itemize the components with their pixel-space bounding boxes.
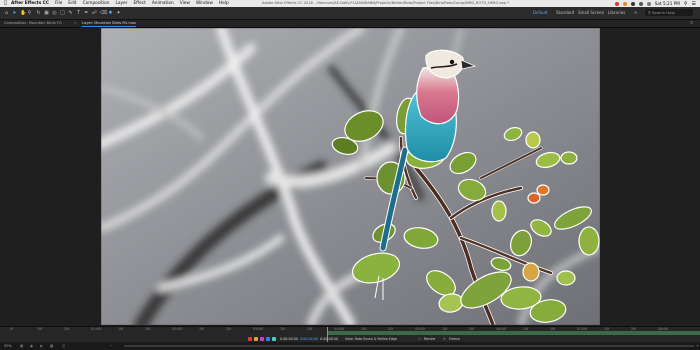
menu-file[interactable]: File <box>55 1 62 6</box>
start-time-field[interactable]: 0:00:00:00 <box>300 337 318 341</box>
window-title: Adobe After Effects CC 2018 - /Volumes/A… <box>262 1 510 5</box>
menu-layer[interactable]: Layer <box>115 1 127 6</box>
render-checkbox-icon[interactable]: ☑ <box>418 337 421 341</box>
resolution-icon[interactable]: ▦ <box>20 343 23 349</box>
zoom-out-icon[interactable]: − <box>110 343 113 349</box>
view-dropdown[interactable]: View: Roto Brush & Refine Edge <box>345 337 397 341</box>
channel-icon[interactable]: ◐ <box>40 343 43 349</box>
clock[interactable]: Sat 5:21 PM <box>655 1 680 6</box>
roto-brush-tool-icon[interactable]: ✸ <box>108 10 113 16</box>
home-icon[interactable]: ⌂ <box>4 10 9 16</box>
zoom-slider-track[interactable] <box>124 345 694 347</box>
footage-image <box>101 28 600 325</box>
hand-tool-icon[interactable]: ✋ <box>20 10 26 16</box>
menu-help[interactable]: Help <box>219 1 229 6</box>
mask-tool-icon[interactable]: □ <box>60 10 65 16</box>
ruler-tick: 20f <box>64 327 70 331</box>
toggle-transparency-grid-icon[interactable]: ▩ <box>50 343 53 349</box>
ruler-tick: 20f <box>145 327 151 331</box>
viewer-panel-header: Composition: Mountain Birds FG ◇ Layer: … <box>0 20 700 28</box>
menu-edit[interactable]: Edit <box>68 1 76 6</box>
ruler-tick: 10f <box>37 327 43 331</box>
volume-icon[interactable] <box>638 1 643 6</box>
search-help-field[interactable]: ⚲ Search Help <box>645 9 693 16</box>
tray-app-icon[interactable] <box>614 1 619 6</box>
puppet-tool-icon[interactable]: ✦ <box>116 10 121 16</box>
camera-tool-icon[interactable]: ▣ <box>44 10 49 16</box>
color-swatch[interactable] <box>260 337 264 341</box>
grid-icon[interactable]: ◫ <box>62 343 65 349</box>
ruler-tick: 20f <box>307 327 313 331</box>
workspace-menu-icon[interactable]: » <box>633 10 638 16</box>
brush-tool-icon[interactable]: ✒ <box>84 10 89 16</box>
workspace-small-screen[interactable]: Small Screen <box>578 10 604 15</box>
layer-viewer <box>0 28 700 326</box>
tab-layer[interactable]: Layer: Mountain Birds FG.mov <box>82 21 137 27</box>
zoom-tool-icon[interactable]: ⚲ <box>27 10 32 16</box>
freeze-button[interactable]: Freeze <box>449 337 460 341</box>
viewer-bottom-bar: 50% ▦ ◉ ◐ ▩ ◫ − + <box>0 342 700 350</box>
snapshot-icon[interactable]: ◉ <box>30 343 33 349</box>
current-time-field[interactable]: 0:00:00:00 <box>280 337 298 341</box>
panel-menu-icon[interactable]: ☰ <box>690 21 693 26</box>
system-tray: Sat 5:21 PM ⚲ ☰ <box>614 0 696 7</box>
lock-icon[interactable]: ◇ <box>74 21 77 26</box>
menu-window[interactable]: Window <box>196 1 213 6</box>
workspace-libraries[interactable]: Libraries <box>608 10 625 15</box>
menu-view[interactable]: View <box>180 1 190 6</box>
duration-field[interactable]: 0:00:08:00 <box>320 337 338 341</box>
close-tab-icon[interactable]: × <box>123 21 126 26</box>
menu-bar:  After Effects CC File Edit Composition… <box>0 0 700 7</box>
ruler-tick: 20f <box>226 327 232 331</box>
ruler-tick: 03:00f <box>253 327 264 331</box>
selection-tool-icon[interactable]: ➤ <box>12 10 17 16</box>
notification-center-icon[interactable]: ☰ <box>692 1 696 7</box>
pan-behind-tool-icon[interactable]: ◎ <box>52 10 57 16</box>
ruler-tick: 0f <box>10 327 14 331</box>
freeze-icon[interactable]: ❄ <box>443 337 446 341</box>
rotation-tool-icon[interactable]: ↻ <box>36 10 41 16</box>
time-ruler[interactable]: 0f 10f 20f 01:00f 10f 20f 02:00f 10f 20f… <box>0 327 700 335</box>
footage-frame[interactable] <box>101 28 600 325</box>
battery-icon[interactable] <box>646 1 651 6</box>
spotlight-icon[interactable]: ⚲ <box>684 1 688 7</box>
ruler-tick: 02:00f <box>172 327 183 331</box>
color-swatch[interactable] <box>248 337 252 341</box>
color-swatch[interactable] <box>266 337 270 341</box>
zoom-in-icon[interactable]: + <box>696 343 699 349</box>
color-swatch[interactable] <box>254 337 258 341</box>
apple-icon[interactable]:  <box>4 1 7 6</box>
tab-composition[interactable]: Composition: Mountain Birds FG <box>4 21 62 26</box>
render-label[interactable]: Render <box>424 337 436 341</box>
type-tool-icon[interactable]: T <box>76 10 81 16</box>
ruler-tick: 10f <box>280 327 286 331</box>
ruler-tick: 10f <box>199 327 205 331</box>
tray-app-icon[interactable] <box>622 1 627 6</box>
clone-stamp-tool-icon[interactable]: ☍ <box>92 10 97 16</box>
workspace-default[interactable]: Default <box>533 10 548 15</box>
wifi-icon[interactable] <box>630 1 635 6</box>
menu-effect[interactable]: Effect <box>133 1 145 6</box>
menu-animation[interactable]: Animation <box>152 1 174 6</box>
ruler-tick: 10f <box>118 327 124 331</box>
workspace-standard[interactable]: Standard <box>556 10 574 15</box>
eraser-tool-icon[interactable]: ⌫ <box>100 10 107 16</box>
search-placeholder: Search Help <box>652 10 675 15</box>
layer-timeline: 0f 10f 20f 01:00f 10f 20f 02:00f 10f 20f… <box>0 326 700 343</box>
pen-tool-icon[interactable]: ✎ <box>68 10 73 16</box>
menu-composition[interactable]: Composition <box>83 1 110 6</box>
ruler-tick: 01:00f <box>91 327 102 331</box>
app-name-menu[interactable]: After Effects CC <box>11 1 49 6</box>
tools-panel: ⌂ ➤ ✋ ⚲ ↻ ▣ ◎ □ ✎ T ✒ ☍ ⌫ ✸ ✦ Default St… <box>0 7 700 20</box>
color-swatch[interactable] <box>272 337 276 341</box>
magnification-dropdown[interactable]: 50% <box>4 343 12 349</box>
